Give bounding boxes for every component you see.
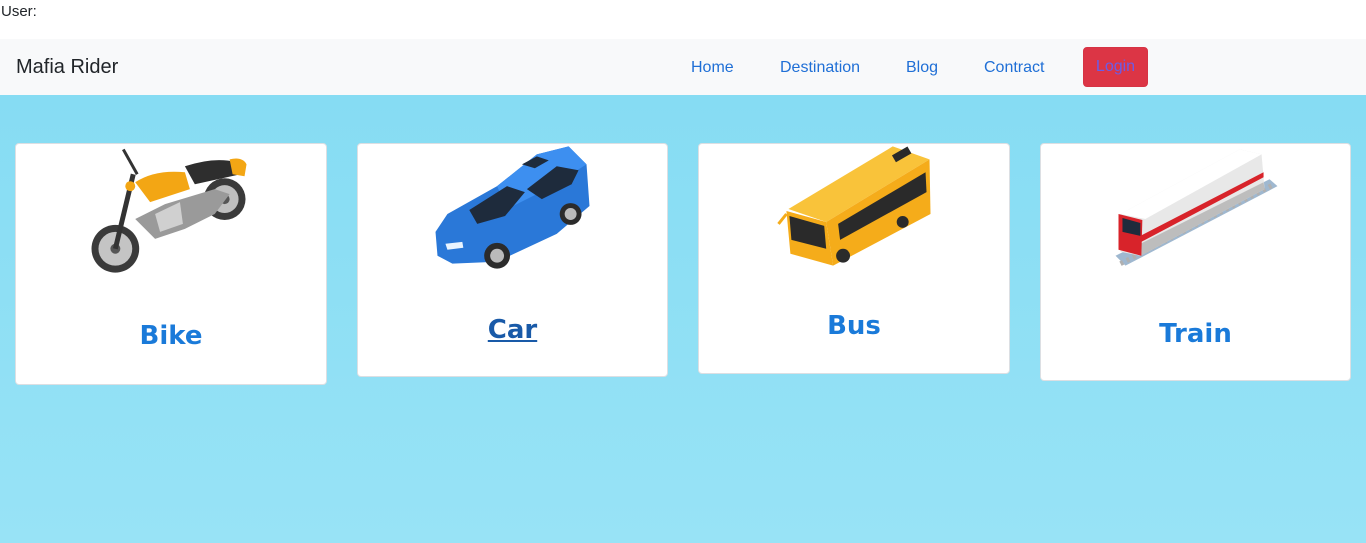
nav-link-home[interactable]: Home [691, 58, 734, 78]
login-button[interactable]: Login [1083, 47, 1148, 87]
navbar: Mafia Rider Home Destination Blog Contra… [0, 39, 1366, 95]
train-icon [1115, 149, 1278, 266]
card-bus[interactable]: Bus [698, 143, 1010, 374]
vehicle-cards-section: Bike Car Bus Train [0, 95, 1366, 543]
nav-link-destination[interactable]: Destination [780, 58, 860, 78]
motorbike-icon [91, 148, 247, 273]
nav-link-blog[interactable]: Blog [906, 58, 938, 78]
card-title-car[interactable]: Car [358, 314, 667, 346]
brand-link[interactable]: Mafia Rider [16, 54, 118, 80]
user-label: User: [1, 3, 37, 20]
card-bike[interactable]: Bike [15, 143, 327, 385]
card-title-bus[interactable]: Bus [699, 310, 1009, 342]
card-car[interactable]: Car [357, 143, 668, 377]
card-train[interactable]: Train [1040, 143, 1351, 381]
nav-link-contract[interactable]: Contract [984, 58, 1044, 78]
card-title-train[interactable]: Train [1041, 318, 1350, 350]
car-icon [435, 146, 590, 269]
bus-icon [777, 146, 931, 266]
card-title-bike[interactable]: Bike [16, 320, 326, 352]
